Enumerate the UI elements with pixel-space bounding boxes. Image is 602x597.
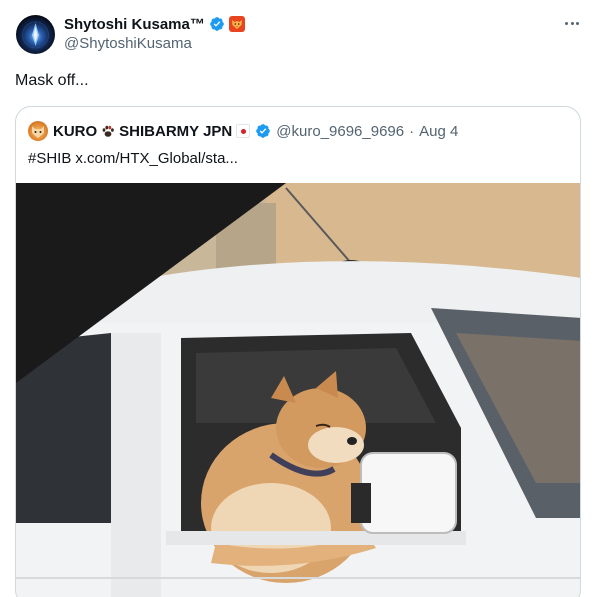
- quoted-handle: @kuro_9696_9696: [276, 122, 405, 140]
- quoted-display-name-prefix: KURO: [53, 122, 98, 140]
- quoted-display-name-suffix: SHIBARMY JPN: [119, 122, 233, 140]
- quoted-tweet-text: #SHIB x.com/HTX_Global/sta...: [28, 150, 238, 167]
- author-display-name[interactable]: Shytoshi Kusama™: [64, 16, 205, 33]
- post: Shytoshi Kusama™ @ShytoshiKusama Mask of…: [0, 0, 602, 597]
- verified-badge-icon: [210, 17, 224, 31]
- quoted-author-avatar: [28, 121, 48, 141]
- japan-flag-icon: [236, 124, 251, 138]
- quoted-media-image[interactable]: [16, 183, 580, 597]
- shiba-affiliate-badge-icon[interactable]: [228, 16, 245, 32]
- paw-icon: [102, 125, 114, 137]
- quoted-tweet-header: KURO SHIBARMY JPN @kuro_9696_9696 · Aug …: [28, 121, 458, 141]
- author-name-row[interactable]: Shytoshi Kusama™: [64, 14, 245, 34]
- quoted-verified-badge-icon: [256, 124, 271, 138]
- quoted-hashtag[interactable]: #SHIB: [28, 150, 71, 167]
- quoted-date[interactable]: Aug 4: [419, 123, 458, 140]
- quoted-separator: ·: [409, 122, 415, 140]
- quoted-link[interactable]: x.com/HTX_Global/sta...: [75, 150, 238, 167]
- tweet-text: Mask off...: [15, 72, 89, 89]
- author-avatar[interactable]: [16, 15, 55, 54]
- more-options-icon[interactable]: [560, 13, 584, 33]
- quoted-tweet-card[interactable]: KURO SHIBARMY JPN @kuro_9696_9696 · Aug …: [15, 106, 581, 597]
- author-handle[interactable]: @ShytoshiKusama: [64, 35, 192, 52]
